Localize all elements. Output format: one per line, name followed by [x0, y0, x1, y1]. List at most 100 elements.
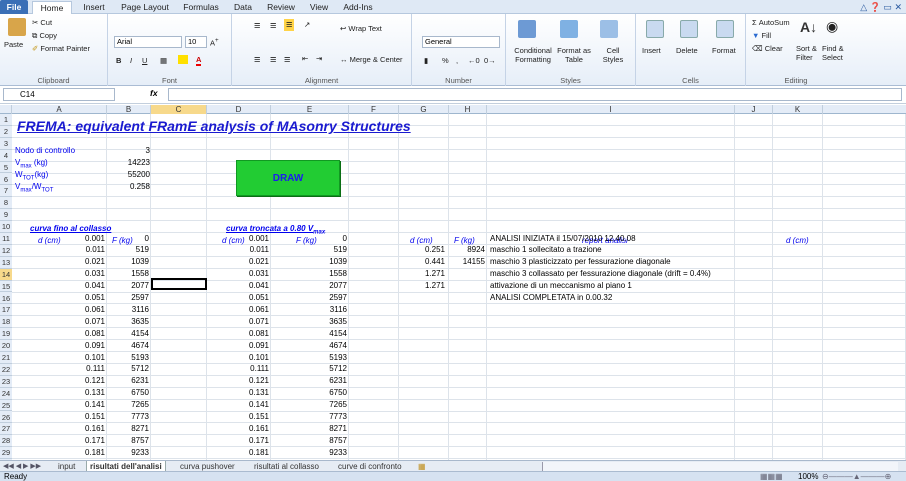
report-line[interactable]: maschio 3 collassato per fessurazione di… [490, 268, 711, 279]
row-header[interactable]: 20 [0, 340, 12, 352]
truncated-f-cell[interactable]: 1039 [271, 256, 347, 267]
event-d-cell[interactable]: 0.251 [399, 244, 445, 255]
select-all-corner[interactable] [0, 105, 12, 114]
curve-f-cell[interactable]: 5193 [107, 352, 149, 363]
truncated-f-cell[interactable]: 519 [271, 244, 347, 255]
currency-icon[interactable]: ▮ [424, 56, 428, 65]
event-f-cell[interactable]: 8924 [449, 244, 485, 255]
row-header[interactable]: 10 [0, 221, 12, 233]
delete-button[interactable]: Delete [676, 46, 698, 55]
curve-f-cell[interactable]: 1558 [107, 268, 149, 279]
truncated-d-cell[interactable]: 0.041 [207, 280, 269, 291]
align-left-icon[interactable]: ≡ [254, 54, 260, 66]
align-bottom-icon[interactable]: ≡ [284, 19, 295, 31]
row-header[interactable]: 9 [0, 209, 12, 222]
curve-d-cell[interactable]: 0.061 [12, 304, 105, 315]
column-header[interactable]: F [349, 105, 399, 114]
row-header[interactable]: 3 [0, 138, 12, 150]
comma-button[interactable]: , [456, 56, 458, 65]
zoom-slider[interactable]: ⊖———▲———⊕ [822, 472, 891, 481]
delete-cells-icon[interactable] [680, 20, 698, 38]
format-cells-icon[interactable] [716, 20, 734, 38]
row-header[interactable]: 15 [0, 281, 12, 293]
truncated-f-cell[interactable]: 0 [271, 233, 347, 244]
curve-d-cell[interactable]: 0.151 [12, 411, 105, 422]
truncated-f-cell[interactable]: 5193 [271, 352, 347, 363]
italic-button[interactable]: I [130, 56, 132, 65]
truncated-f-cell[interactable]: 1558 [271, 268, 347, 279]
tab-view[interactable]: View [304, 1, 334, 14]
truncated-f-cell[interactable]: 5712 [271, 363, 347, 374]
truncated-f-cell[interactable]: 4674 [271, 340, 347, 351]
event-f-cell[interactable]: 14155 [449, 256, 485, 267]
row-header[interactable]: 6 [0, 174, 12, 186]
curve-d-cell[interactable]: 0.011 [12, 244, 105, 255]
curve-f-cell[interactable]: 5712 [107, 363, 149, 374]
font-name-select[interactable]: Arial [114, 36, 182, 48]
binoculars-icon[interactable]: ◉ [826, 18, 838, 35]
column-header[interactable]: B [107, 105, 151, 114]
curve-f-cell[interactable]: 8271 [107, 423, 149, 434]
insert-cells-icon[interactable] [646, 20, 664, 38]
column-header[interactable]: A [12, 105, 107, 114]
truncated-f-cell[interactable]: 2077 [271, 280, 347, 291]
ratio-value[interactable]: 0.258 [107, 181, 150, 192]
truncated-d-cell[interactable]: 0.051 [207, 292, 269, 303]
number-format-select[interactable]: General [422, 36, 500, 48]
row-header[interactable]: 4 [0, 150, 12, 162]
truncated-d-cell[interactable]: 0.121 [207, 375, 269, 386]
restore-icon[interactable]: ▭ [883, 2, 892, 12]
fill-color-icon[interactable] [178, 55, 188, 64]
event-d-cell[interactable]: 1.271 [399, 280, 445, 291]
curve-d-cell[interactable]: 0.021 [12, 256, 105, 267]
curve-d-cell[interactable]: 0.121 [12, 375, 105, 386]
grow-font-button[interactable]: A+ [210, 37, 219, 48]
zoom-level[interactable]: 100% [798, 472, 818, 481]
truncated-d-cell[interactable]: 0.011 [207, 244, 269, 255]
row-header[interactable]: 7 [0, 185, 12, 198]
truncated-f-cell[interactable]: 6750 [271, 387, 347, 398]
align-center-icon[interactable]: ≡ [270, 54, 276, 66]
row-header[interactable]: 23 [0, 376, 12, 388]
truncated-f-cell[interactable]: 2597 [271, 292, 347, 303]
minimize-ribbon-icon[interactable]: △ [860, 2, 867, 12]
font-color-icon[interactable]: A [196, 55, 202, 66]
curve-f-cell[interactable]: 6231 [107, 375, 149, 386]
event-d-cell[interactable]: 0.441 [399, 256, 445, 267]
control-node-value[interactable]: 3 [107, 145, 150, 156]
draw-button[interactable]: DRAW [236, 160, 340, 196]
truncated-d-cell[interactable]: 0.151 [207, 411, 269, 422]
curve-f-cell[interactable]: 9233 [107, 447, 149, 458]
align-top-icon[interactable]: ≡ [254, 20, 260, 32]
column-header[interactable]: D [207, 105, 271, 114]
active-cell-c14[interactable] [151, 278, 207, 290]
row-header[interactable]: 19 [0, 328, 12, 341]
row-header[interactable]: 24 [0, 388, 12, 400]
align-middle-icon[interactable]: ≡ [270, 20, 276, 32]
truncated-d-cell[interactable]: 0.111 [207, 363, 269, 374]
wtot-value[interactable]: 55200 [107, 169, 150, 180]
report-line[interactable]: maschio 3 plasticizzato per fessurazione… [490, 256, 671, 267]
tab-page-layout[interactable]: Page Layout [116, 1, 174, 14]
function-icon[interactable]: fx [150, 88, 158, 98]
truncated-d-cell[interactable]: 0.171 [207, 435, 269, 446]
tab-home[interactable]: Home [32, 1, 72, 15]
autosum-button[interactable]: Σ AutoSum [752, 18, 790, 27]
format-as-table-icon[interactable] [560, 20, 578, 38]
wrap-text-button[interactable]: ↩ Wrap Text [340, 24, 382, 33]
curve-f-cell[interactable]: 8757 [107, 435, 149, 446]
insert-button[interactable]: Insert [642, 46, 661, 55]
truncated-f-cell[interactable]: 4154 [271, 328, 347, 339]
formula-input[interactable] [168, 88, 902, 101]
merge-center-button[interactable]: ↔ Merge & Center [340, 55, 403, 64]
row-header[interactable]: 11 [0, 233, 12, 245]
row-header[interactable]: 16 [0, 293, 12, 305]
curve-d-cell[interactable]: 0.041 [12, 280, 105, 291]
truncated-f-cell[interactable]: 9233 [271, 447, 347, 458]
report-line[interactable]: maschio 1 sollecitato a trazione [490, 244, 602, 255]
column-header[interactable]: I [487, 105, 735, 114]
column-header[interactable]: K [773, 105, 823, 114]
row-header[interactable]: 13 [0, 257, 12, 269]
truncated-f-cell[interactable]: 8757 [271, 435, 347, 446]
curve-d-cell[interactable]: 0.141 [12, 399, 105, 410]
